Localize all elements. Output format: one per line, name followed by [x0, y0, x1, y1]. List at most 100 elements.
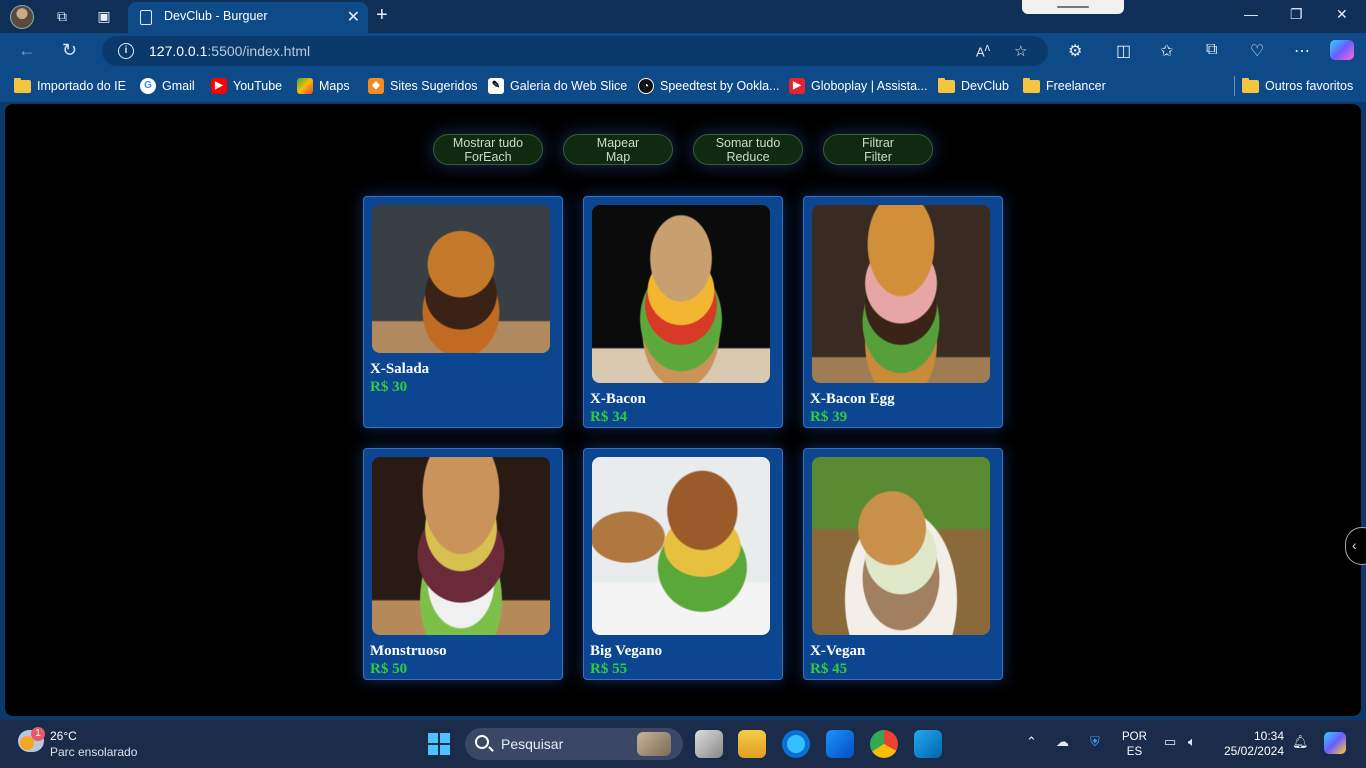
favorite-label: Importado do IE	[37, 79, 126, 93]
store-icon[interactable]	[826, 730, 854, 758]
restore-button[interactable]: ❐	[1290, 6, 1303, 23]
notifications-icon[interactable]: 🔔︎	[1292, 734, 1309, 750]
favorite-devclub[interactable]: DevClub	[938, 77, 1009, 94]
favorite-importado[interactable]: Importado do IE	[14, 77, 126, 94]
product-price: R$ 45	[810, 661, 848, 677]
site-info-icon[interactable]: i	[118, 43, 134, 59]
webslice-icon: ✎	[488, 78, 504, 94]
favorites-divider	[1234, 76, 1235, 96]
map-button[interactable]: Mapear Map	[563, 134, 673, 165]
clock-time: 10:34	[1253, 729, 1284, 743]
weather-badge: 1	[31, 727, 45, 741]
favorite-speedtest[interactable]: ◔ Speedtest by Ookla...	[638, 78, 780, 94]
language-indicator[interactable]: POR ES	[1122, 730, 1147, 760]
browser-essentials-icon[interactable]: ♡	[1250, 41, 1264, 61]
product-name: X-Vegan	[810, 643, 866, 659]
folder-icon	[1242, 77, 1259, 93]
address-bar[interactable]: i 127.0.0.1:5500/index.html Aʌ ☆	[102, 36, 1048, 66]
product-card: Monstruoso R$ 50	[363, 448, 563, 680]
button-label: Mostrar tudo	[452, 136, 524, 150]
weather-condition[interactable]: Parc ensolarado	[50, 745, 137, 759]
more-menu-icon[interactable]: ⋯	[1294, 41, 1310, 61]
speedtest-icon: ◔	[638, 78, 654, 94]
x-salada-image	[372, 205, 550, 353]
folder-icon	[14, 77, 31, 93]
other-favorites[interactable]: Outros favoritos	[1242, 77, 1354, 94]
other-favorites-label: Outros favoritos	[1265, 79, 1354, 93]
search-placeholder: Pesquisar	[501, 736, 564, 752]
url-text[interactable]: 127.0.0.1:5500/index.html	[149, 43, 310, 59]
filter-button[interactable]: Filtrar Filter	[823, 134, 933, 165]
back-button[interactable]: ←	[18, 40, 36, 61]
close-window-button[interactable]: ✕	[1336, 6, 1348, 23]
favorite-label: Gmail	[162, 79, 195, 93]
read-aloud-icon[interactable]: Aʌ	[976, 42, 990, 59]
favorite-youtube[interactable]: ▶ YouTube	[211, 78, 282, 94]
favorites-icon[interactable]: ✩	[1160, 41, 1173, 61]
taskbar-search[interactable]: Pesquisar	[465, 728, 683, 760]
start-button[interactable]	[428, 733, 450, 755]
page-icon	[140, 10, 152, 25]
extensions-icon[interactable]: ⚙	[1068, 41, 1082, 61]
new-tab-button[interactable]: +	[376, 4, 388, 27]
weather-temperature[interactable]: 26°C	[50, 729, 77, 743]
close-tab-icon[interactable]: ✕	[347, 7, 360, 27]
onedrive-icon[interactable]: ☁	[1056, 734, 1069, 750]
favorite-web-slice[interactable]: ✎ Galeria do Web Slice	[488, 78, 627, 94]
button-sublabel: Reduce	[726, 150, 770, 164]
lang-secondary: ES	[1126, 746, 1143, 758]
favorite-maps[interactable]: Maps	[297, 78, 350, 94]
button-sublabel: Filter	[864, 150, 892, 164]
button-label: Somar tudo	[715, 136, 781, 150]
favorite-sites-sugeridos[interactable]: ◆ Sites Sugeridos	[368, 78, 478, 94]
favorite-label: Globoplay | Assista...	[811, 79, 928, 93]
clock[interactable]: 10:34 25/02/2024	[1218, 729, 1284, 759]
favorite-label: Galeria do Web Slice	[510, 79, 628, 93]
chrome-icon[interactable]	[870, 730, 898, 758]
product-price: R$ 50	[370, 661, 408, 677]
product-card: X-Bacon Egg R$ 39	[803, 196, 1003, 428]
vscode-icon[interactable]	[914, 730, 942, 758]
product-card: X-Bacon R$ 34	[583, 196, 783, 428]
big-vegano-image	[592, 457, 770, 635]
product-name: X-Salada	[370, 361, 430, 377]
folder-icon	[938, 77, 955, 93]
youtube-icon: ▶	[211, 78, 227, 94]
window-grip[interactable]	[1022, 0, 1124, 14]
favorite-freelancer[interactable]: Freelancer	[1023, 77, 1106, 94]
collections-icon[interactable]: ⧉	[1206, 41, 1217, 59]
product-card: Big Vegano R$ 55	[583, 448, 783, 680]
favorite-globoplay[interactable]: ▶ Globoplay | Assista...	[789, 78, 928, 94]
foreach-button[interactable]: Mostrar tudo ForEach	[433, 134, 543, 165]
title-bar: ⧉ ▣ DevClub - Burguer ✕ + — ❐ ✕	[0, 0, 1366, 33]
monstruoso-image	[372, 457, 550, 635]
tab-devclub-burguer[interactable]: DevClub - Burguer ✕	[128, 2, 368, 33]
button-label: Filtrar	[862, 136, 894, 150]
security-icon[interactable]: ⛨	[1090, 734, 1100, 750]
favorite-label: Sites Sugeridos	[390, 79, 478, 93]
favorite-label: DevClub	[961, 79, 1009, 93]
reduce-button[interactable]: Somar tudo Reduce	[693, 134, 803, 165]
edge-icon[interactable]	[782, 730, 810, 758]
refresh-button[interactable]: ↻	[62, 40, 77, 61]
clock-date: 25/02/2024	[1223, 744, 1284, 758]
copilot-icon[interactable]	[1330, 40, 1354, 60]
taskbar: 1 26°C Parc ensolarado Pesquisar ⌃ ☁ ⛨ P…	[0, 720, 1366, 768]
copilot-preview-icon[interactable]	[1324, 732, 1346, 754]
favorite-label: YouTube	[233, 79, 283, 93]
network-icon[interactable]: ▭	[1164, 734, 1176, 750]
workspaces-icon[interactable]: ⧉	[53, 7, 71, 25]
favorite-star-icon[interactable]: ☆	[1014, 42, 1027, 60]
volume-icon[interactable]: 🔈︎	[1188, 734, 1196, 750]
google-icon: G	[140, 78, 156, 94]
product-name: X-Bacon	[590, 391, 646, 407]
minimize-button[interactable]: —	[1244, 6, 1258, 22]
favorite-gmail[interactable]: G Gmail	[140, 78, 195, 94]
vertical-tabs-icon[interactable]: ▣	[95, 7, 113, 25]
task-view-icon[interactable]	[695, 730, 723, 758]
file-explorer-icon[interactable]	[738, 730, 766, 758]
split-screen-icon[interactable]: ◫	[1116, 41, 1131, 61]
profile-avatar[interactable]	[10, 5, 34, 29]
product-card: X-Vegan R$ 45	[803, 448, 1003, 680]
show-hidden-icons[interactable]: ⌃	[1026, 734, 1037, 750]
